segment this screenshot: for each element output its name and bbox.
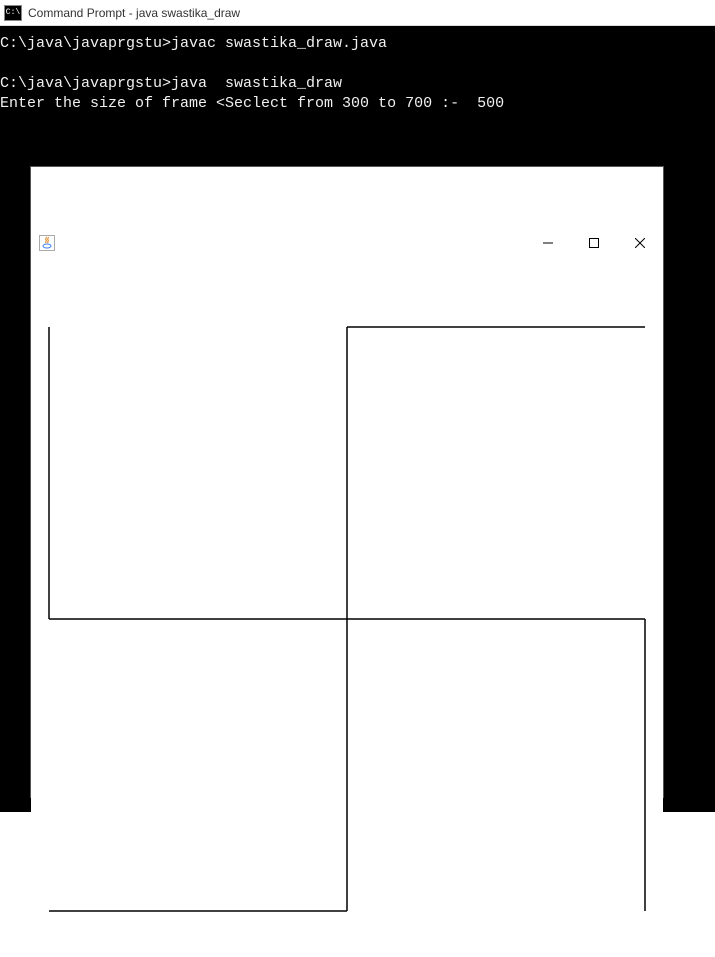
cmd-window-titlebar: C:\ Command Prompt - java swastika_draw	[0, 0, 715, 26]
cmd-icon: C:\	[4, 5, 22, 21]
java-frame-titlebar[interactable]	[31, 227, 663, 259]
terminal-line: C:\java\javaprgstu>javac swastika_draw.j…	[0, 35, 387, 52]
cmd-terminal[interactable]: C:\java\javaprgstu>javac swastika_draw.j…	[0, 26, 715, 812]
java-window-controls	[525, 227, 663, 259]
maximize-button[interactable]	[571, 227, 617, 259]
close-button[interactable]	[617, 227, 663, 259]
java-frame-window	[30, 166, 664, 798]
terminal-prompt-label: Enter the size of frame <Seclect from 30…	[0, 95, 477, 112]
terminal-line: C:\java\javaprgstu>java swastika_draw	[0, 75, 342, 92]
cmd-window-title: Command Prompt - java swastika_draw	[28, 6, 240, 20]
terminal-input-value: 500	[477, 95, 504, 112]
java-frame-canvas	[31, 319, 663, 917]
swastika-drawing	[31, 319, 663, 919]
minimize-button[interactable]	[525, 227, 571, 259]
java-cup-icon	[39, 235, 55, 251]
